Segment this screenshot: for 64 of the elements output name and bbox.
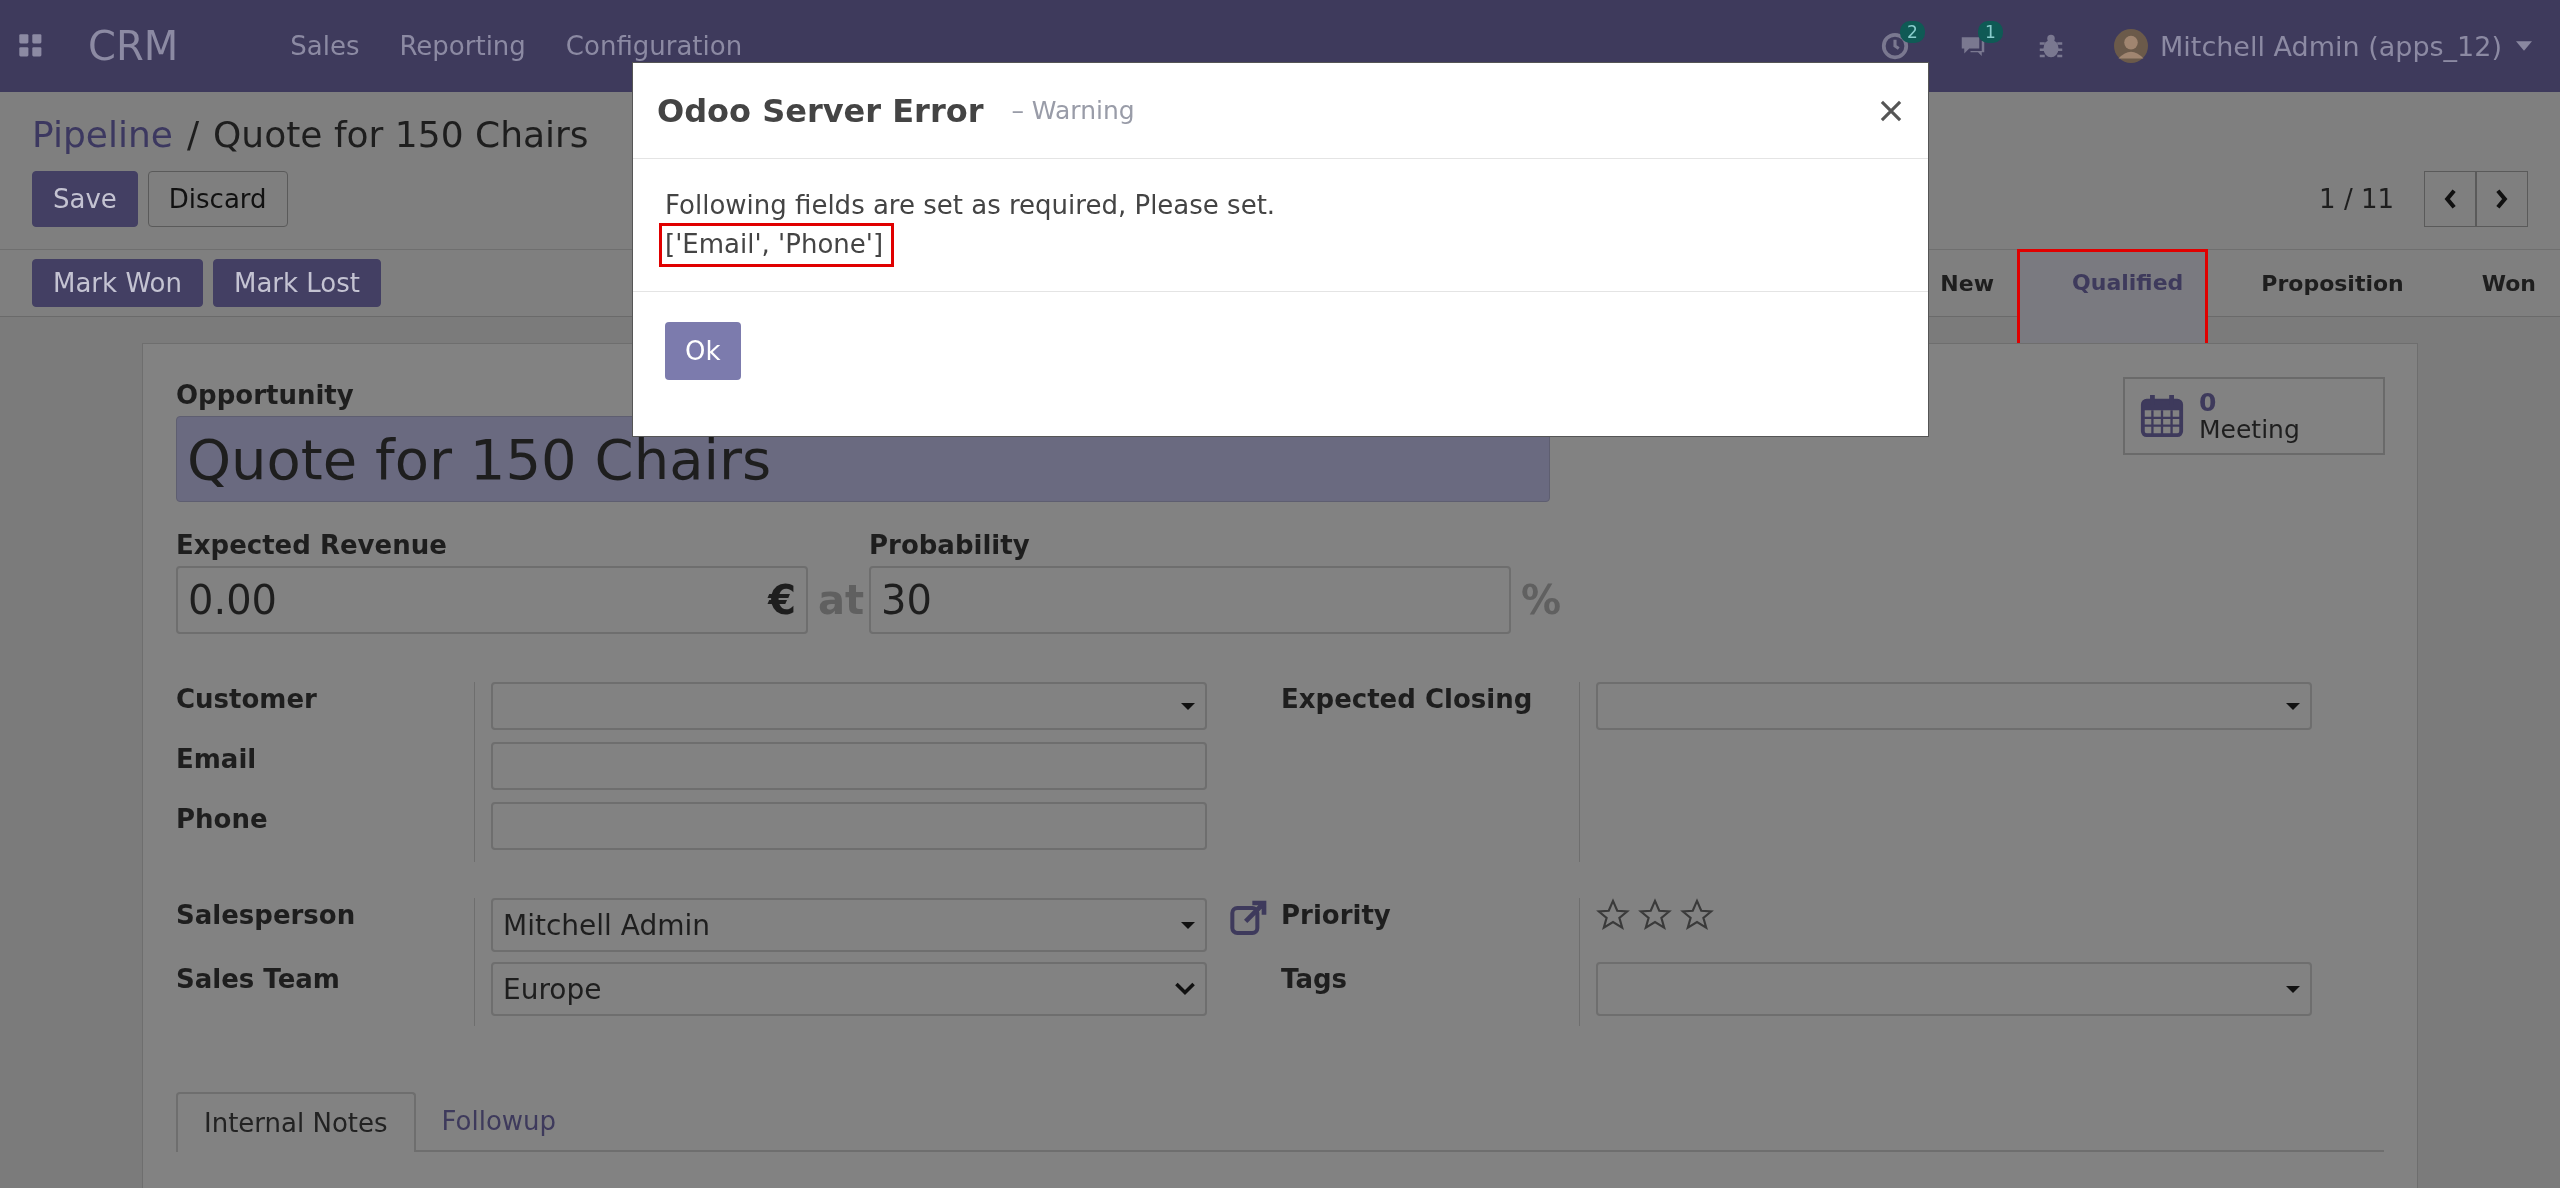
menu-item[interactable]: Configuration: [565, 31, 743, 61]
apps-menu-icon[interactable]: [18, 33, 44, 59]
stage-button[interactable]: Proposition: [2207, 250, 2428, 316]
percent-sign: %: [1521, 577, 1562, 623]
star-icon[interactable]: [1680, 898, 1714, 932]
star-icon[interactable]: [1596, 898, 1630, 932]
breadcrumb-separator: /: [186, 114, 200, 155]
user-menu[interactable]: Mitchell Admin (apps_12): [2160, 30, 2502, 62]
field-label: Probability: [869, 530, 1030, 560]
field-label: Sales Team: [176, 963, 340, 994]
error-message: Following fields are set as required, Please set.: [665, 189, 1277, 222]
discard-button[interactable]: Discard: [147, 171, 288, 227]
next-button[interactable]: [2476, 171, 2528, 227]
activity-count: 2: [1900, 21, 1925, 43]
menu-item[interactable]: Reporting: [399, 31, 526, 61]
chevron-down-icon: [1175, 982, 1195, 996]
currency-symbol: €: [768, 577, 796, 623]
caret-icon[interactable]: [2516, 41, 2532, 51]
caret-icon: [2286, 985, 2300, 993]
select-field[interactable]: Europe: [491, 962, 1207, 1016]
star-icon[interactable]: [1638, 898, 1672, 932]
tags-field[interactable]: [1596, 962, 2312, 1016]
dialog-subtitle: – Warning: [1011, 96, 1135, 125]
external-link-icon[interactable]: [1229, 898, 1269, 938]
caret-icon: [1181, 702, 1195, 710]
field-label: Customer: [176, 683, 317, 714]
field-label: Opportunity: [176, 380, 354, 410]
field-label: Phone: [176, 803, 268, 834]
clock-icon[interactable]: [1880, 31, 1910, 61]
app-name[interactable]: CRM: [88, 23, 179, 69]
revenue-value: 0.00: [188, 577, 278, 623]
previous-button[interactable]: [2424, 171, 2476, 227]
meeting-button[interactable]: 0 Meeting: [2123, 377, 2385, 455]
chevron-right-icon: [2495, 188, 2509, 210]
field-label: Expected Revenue: [176, 530, 447, 560]
field-label: Priority: [1281, 899, 1391, 930]
save-button[interactable]: Save: [32, 171, 138, 227]
field-label: Tags: [1281, 963, 1347, 994]
dialog-title: Odoo Server Error: [657, 91, 984, 130]
field-label: Salesperson: [176, 899, 356, 930]
date-field[interactable]: [1596, 682, 2312, 730]
breadcrumb-current: Quote for 150 Chairs: [213, 114, 589, 155]
avatar[interactable]: [2114, 29, 2148, 63]
field-label: Email: [176, 743, 257, 774]
breadcrumb-link[interactable]: Pipeline: [32, 114, 173, 155]
field-label: Expected Closing: [1281, 683, 1533, 714]
caret-icon: [1181, 921, 1195, 929]
probability-field[interactable]: 30: [869, 566, 1511, 634]
mark-won-button[interactable]: Mark Won: [32, 259, 203, 307]
revenue-field[interactable]: 0.00 €: [176, 566, 808, 634]
ok-button[interactable]: Ok: [665, 321, 741, 380]
tab[interactable]: Internal Notes: [176, 1092, 416, 1152]
chevron-left-icon: [2443, 188, 2457, 210]
stage-button[interactable]: Won: [2427, 250, 2560, 316]
tab[interactable]: Followup: [415, 1092, 583, 1150]
error-detail: ['Email', 'Phone']: [659, 222, 895, 267]
input-field[interactable]: Mitchell Admin: [491, 898, 1207, 952]
menu-item[interactable]: Sales: [290, 31, 360, 61]
caret-icon: [2286, 702, 2300, 710]
calendar-icon: [2139, 393, 2185, 439]
pager-value: 1 / 11: [2319, 184, 2394, 214]
input-field[interactable]: [491, 682, 1207, 730]
mark-lost-button[interactable]: Mark Lost: [212, 259, 381, 307]
message-count: 1: [1978, 21, 2003, 43]
